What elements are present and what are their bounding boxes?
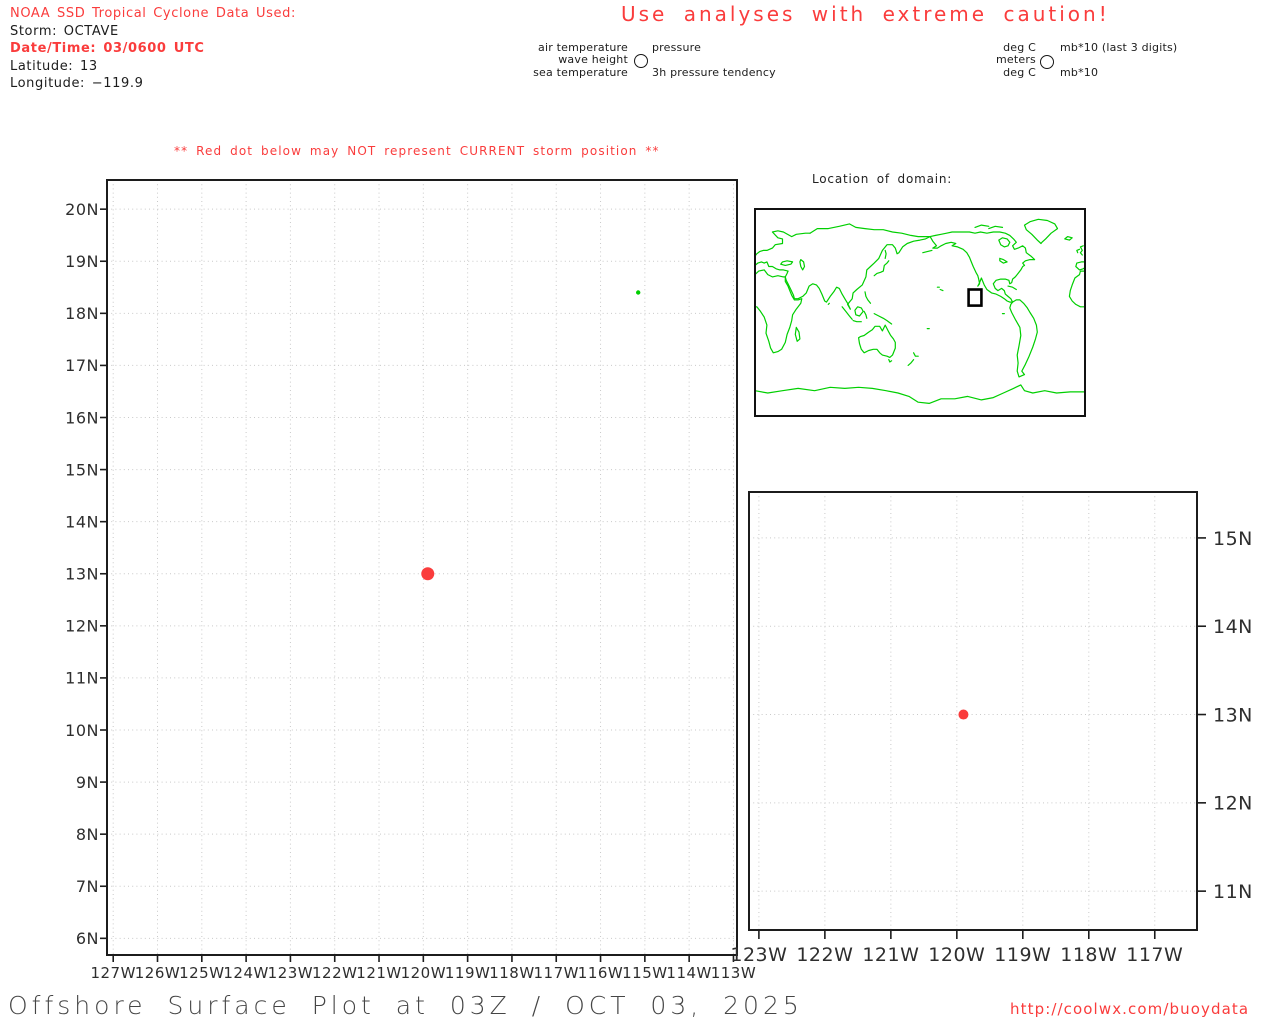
coastline (1007, 285, 1017, 291)
coastline (794, 326, 801, 342)
x-tick-label: 115W (622, 964, 667, 982)
y-tick-label: 19N (65, 252, 99, 271)
x-tick-label: 121W (862, 944, 919, 966)
x-tick-label: 120W (401, 964, 446, 982)
y-tick-label: 12N (65, 617, 99, 636)
coastline (1079, 245, 1084, 256)
coastline (857, 324, 896, 358)
coastline (907, 359, 915, 366)
zoomed-surface-plot-border (748, 491, 1198, 931)
coastline (1076, 248, 1081, 254)
y-tick-label: 15N (65, 460, 99, 479)
coastline (846, 236, 931, 310)
x-tick-label: 123W (268, 964, 313, 982)
coastline (852, 320, 862, 323)
coastline (1064, 236, 1073, 241)
y-tick-label: 14N (65, 512, 99, 531)
x-tick-label: 122W (796, 944, 853, 966)
x-tick-label: 117W (1126, 944, 1183, 966)
coastline (754, 269, 789, 278)
y-tick-label: 13N (65, 565, 99, 584)
coastline (998, 237, 1011, 248)
coastline (754, 384, 1086, 404)
buoy-plot-page: NOAA SSD Tropical Cyclone Data Used: Sto… (0, 0, 1280, 1024)
coastline (854, 306, 864, 317)
y-tick-label: 17N (65, 356, 99, 375)
y-tick-label: 8N (76, 825, 99, 844)
coastline (939, 288, 944, 292)
coastline (784, 276, 851, 310)
domain-location-rect (967, 288, 983, 307)
x-tick-label: 126W (135, 964, 180, 982)
x-tick-label: 118W (1060, 944, 1117, 966)
x-tick-label: 125W (179, 964, 224, 982)
y-tick-label: 11N (1213, 881, 1253, 903)
main-surface-plot-border (106, 179, 738, 956)
x-tick-label: 123W (730, 944, 787, 966)
coastline (873, 313, 893, 325)
coastline (827, 302, 830, 305)
y-tick-label: 14N (1213, 616, 1253, 638)
y-tick-label: 12N (1213, 793, 1253, 815)
coastline (754, 276, 803, 354)
surface-observation-mark (636, 290, 641, 295)
y-tick-label: 15N (1213, 528, 1253, 550)
y-tick-label: 7N (76, 877, 99, 896)
coastline (1023, 218, 1059, 245)
storm-position-dot (421, 567, 435, 581)
coastline (912, 352, 919, 357)
coastline (974, 224, 990, 228)
coastline (780, 260, 794, 266)
y-tick-label: 10N (65, 721, 99, 740)
x-tick-label: 113W (711, 964, 756, 982)
coastline (888, 359, 893, 363)
x-tick-label: 122W (312, 964, 357, 982)
y-tick-label: 6N (76, 929, 99, 948)
plots-graphics: 127W126W125W124W123W122W121W120W119W118W… (65, 179, 1253, 982)
coastline (754, 261, 789, 272)
coastline (799, 259, 806, 271)
coastline (754, 230, 811, 257)
x-tick-label: 120W (928, 944, 985, 966)
y-tick-label: 20N (65, 200, 99, 219)
x-tick-label: 116W (578, 964, 623, 982)
storm-position-dot (958, 709, 969, 720)
coastline (864, 291, 872, 304)
source-url: http://coolwx.com/buoydata (1010, 1000, 1250, 1018)
x-tick-label: 118W (489, 964, 534, 982)
coastline (873, 260, 890, 277)
coastline (922, 249, 933, 254)
y-tick-label: 13N (1213, 704, 1253, 726)
coastline (1068, 270, 1086, 308)
coastline (809, 223, 931, 238)
x-tick-label: 114W (666, 964, 711, 982)
x-tick-label: 121W (356, 964, 401, 982)
coastline (884, 249, 887, 259)
y-tick-label: 16N (65, 408, 99, 427)
page-title: Offshore Surface Plot at 03Z / OCT 03, 2… (8, 991, 803, 1020)
x-tick-label: 119W (994, 944, 1051, 966)
y-tick-label: 11N (65, 669, 99, 688)
x-tick-label: 127W (90, 964, 135, 982)
coastline (1075, 261, 1086, 271)
coastline (863, 310, 868, 319)
coastline (1009, 299, 1038, 378)
x-tick-label: 119W (445, 964, 490, 982)
y-tick-label: 18N (65, 304, 99, 323)
coastline (999, 257, 1008, 264)
x-tick-label: 124W (223, 964, 268, 982)
coastline (988, 225, 1004, 230)
x-tick-label: 117W (534, 964, 579, 982)
y-tick-label: 9N (76, 773, 99, 792)
